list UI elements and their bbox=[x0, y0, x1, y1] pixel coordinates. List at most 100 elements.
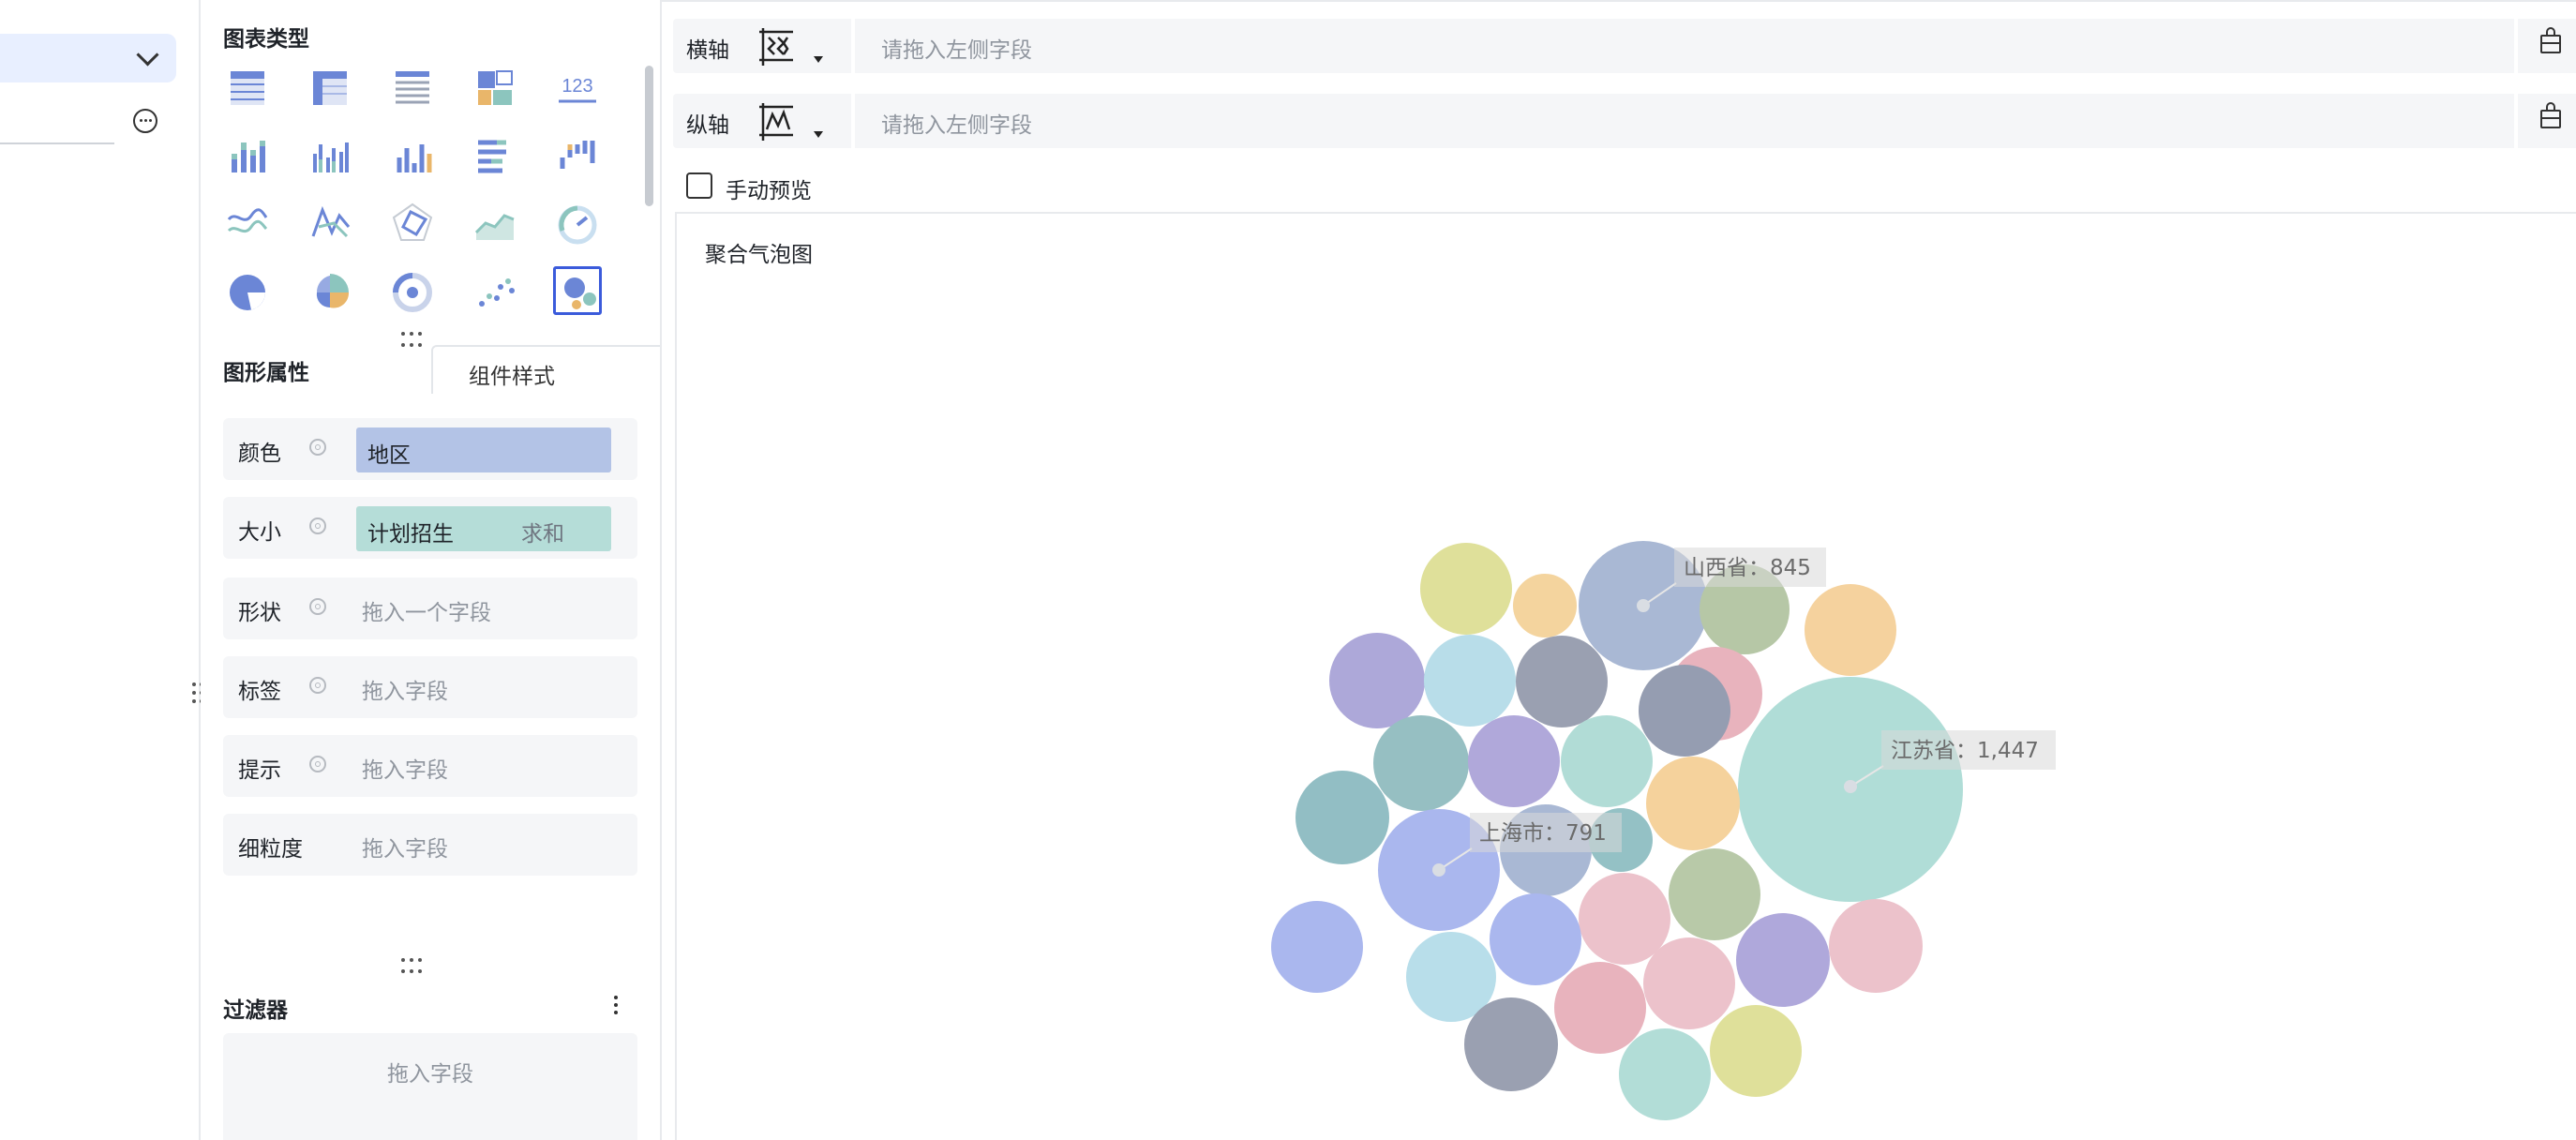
gear-icon[interactable] bbox=[309, 677, 326, 694]
property-row-4[interactable]: 提示 拖入字段 bbox=[223, 735, 637, 797]
detail-table-icon bbox=[396, 71, 429, 104]
bubble[interactable] bbox=[1490, 893, 1581, 985]
gear-icon[interactable] bbox=[309, 518, 326, 534]
bubble[interactable] bbox=[1829, 899, 1923, 993]
chart-type-multi-line-icon[interactable] bbox=[223, 199, 272, 248]
chart-type-waterfall-icon[interactable] bbox=[553, 131, 602, 180]
stacked-column-icon bbox=[232, 141, 265, 172]
chart-type-rose-pie-icon[interactable] bbox=[306, 266, 354, 315]
filter-drop-zone[interactable]: 拖入字段 bbox=[223, 1033, 637, 1140]
filter-resize-handle[interactable] bbox=[397, 956, 426, 975]
chart-type-bar-icon[interactable] bbox=[471, 131, 519, 180]
bubble[interactable] bbox=[1639, 665, 1730, 757]
bubble[interactable] bbox=[1329, 633, 1425, 728]
chart-type-grouped-column-icon[interactable] bbox=[306, 131, 354, 180]
bubble-chart: 山西省：845江苏省：1,447上海市：791 bbox=[1271, 541, 2056, 1120]
bubble[interactable] bbox=[1373, 715, 1469, 811]
chart-config-panel: 图表类型 123 图形属性 组件样式 颜色 地区 大小 计划招生 求和 形状 拖入一个字段标… bbox=[201, 0, 662, 1140]
chart-type-radar-icon[interactable] bbox=[388, 199, 437, 248]
bubble[interactable] bbox=[1464, 998, 1558, 1091]
filter-title: 过滤器 bbox=[223, 998, 288, 1023]
y-axis-label: 纵轴 bbox=[686, 113, 729, 138]
gauge-icon bbox=[558, 205, 597, 245]
gear-icon[interactable] bbox=[309, 756, 326, 772]
manual-preview-checkbox[interactable] bbox=[686, 172, 712, 199]
y-axis-selector[interactable]: 纵轴 bbox=[673, 94, 851, 148]
chart-type-cross-table-icon[interactable] bbox=[306, 64, 354, 112]
bubble[interactable] bbox=[1736, 913, 1830, 1007]
aggregation-label[interactable]: 求和 bbox=[521, 516, 564, 548]
chart-type-table-icon[interactable] bbox=[223, 64, 272, 112]
property-label: 细粒度 bbox=[238, 837, 303, 862]
y-axis-lock-button[interactable] bbox=[2518, 94, 2576, 148]
gear-icon[interactable] bbox=[309, 598, 326, 615]
x-axis-drop-zone[interactable]: 请拖入左侧字段 bbox=[855, 19, 2514, 73]
y-axis-drop-zone[interactable]: 请拖入左侧字段 bbox=[855, 94, 2514, 148]
treemap-icon bbox=[478, 70, 513, 105]
data-label-value: 845 bbox=[1770, 556, 1811, 580]
property-placeholder: 拖入字段 bbox=[362, 837, 448, 862]
label-anchor-dot bbox=[1637, 599, 1650, 612]
chart-type-detail-table-icon[interactable] bbox=[388, 64, 437, 112]
bubble[interactable] bbox=[1468, 715, 1560, 807]
grouped-column-icon bbox=[313, 142, 349, 172]
section-resize-handle[interactable] bbox=[397, 330, 426, 349]
x-axis-selector[interactable]: 横轴 bbox=[673, 19, 851, 73]
chart-type-line-icon[interactable] bbox=[306, 199, 354, 248]
chart-type-gauge-icon[interactable] bbox=[553, 199, 602, 248]
data-label: 江苏省：1,447 bbox=[1891, 739, 2039, 763]
field-pill[interactable]: 地区 bbox=[356, 428, 611, 472]
x-axis-row: 横轴 请拖入左侧字段 bbox=[673, 19, 2576, 73]
x-axis-lock-button[interactable] bbox=[2518, 19, 2576, 73]
bubble[interactable] bbox=[1424, 635, 1516, 727]
more-options-icon[interactable] bbox=[133, 109, 157, 133]
column-icon bbox=[397, 144, 432, 172]
bubble[interactable] bbox=[1561, 715, 1653, 807]
chart-type-treemap-icon[interactable] bbox=[471, 64, 519, 112]
bubble[interactable] bbox=[1295, 771, 1389, 864]
bubble[interactable] bbox=[1554, 962, 1646, 1054]
bubble[interactable] bbox=[1619, 1028, 1711, 1120]
data-label-value: 791 bbox=[1565, 821, 1607, 846]
chart-type-kpi-number-icon[interactable]: 123 bbox=[553, 64, 602, 112]
bubble[interactable] bbox=[1646, 757, 1740, 850]
chart-type-scatter-icon[interactable] bbox=[471, 266, 519, 315]
label-anchor-dot bbox=[1844, 780, 1857, 793]
property-row-0[interactable]: 颜色 地区 bbox=[223, 418, 637, 480]
field-pill[interactable]: 计划招生 求和 bbox=[356, 506, 611, 551]
property-row-3[interactable]: 标签 拖入字段 bbox=[223, 656, 637, 718]
filter-more-icon[interactable] bbox=[611, 994, 621, 1016]
chart-type-donut-icon[interactable] bbox=[388, 266, 437, 315]
bubble[interactable] bbox=[1805, 584, 1896, 676]
bubble[interactable] bbox=[1513, 574, 1577, 638]
tab-graphic-properties[interactable]: 图形属性 bbox=[223, 354, 309, 386]
bubble[interactable] bbox=[1579, 873, 1670, 965]
chart-types-scrollbar[interactable] bbox=[645, 66, 653, 206]
chart-type-stacked-column-icon[interactable] bbox=[223, 131, 272, 180]
chevron-down-icon bbox=[136, 43, 159, 67]
bubble[interactable] bbox=[1516, 636, 1608, 728]
gear-icon[interactable] bbox=[309, 439, 326, 456]
bubble[interactable] bbox=[1420, 543, 1512, 635]
tab-component-style[interactable]: 组件样式 bbox=[431, 345, 660, 394]
y-axis-caret-icon bbox=[814, 131, 823, 138]
property-row-2[interactable]: 形状 拖入一个字段 bbox=[223, 578, 637, 639]
field-search-underline[interactable] bbox=[0, 142, 114, 144]
chart-type-bubble-icon[interactable] bbox=[553, 266, 602, 315]
property-row-5[interactable]: 细粒度 拖入字段 bbox=[223, 814, 637, 876]
chart-type-pie-icon[interactable] bbox=[223, 266, 272, 315]
svg-text:123: 123 bbox=[562, 76, 592, 97]
x-axis-caret-icon bbox=[814, 56, 823, 63]
chart-type-area-icon[interactable] bbox=[471, 199, 519, 248]
bubble[interactable] bbox=[1271, 901, 1363, 993]
chart-type-column-icon[interactable] bbox=[388, 131, 437, 180]
data-label-separator: ： bbox=[1748, 556, 1770, 580]
bubble[interactable] bbox=[1669, 848, 1760, 940]
bubble[interactable] bbox=[1710, 1005, 1802, 1097]
property-row-1[interactable]: 大小 计划招生 求和 bbox=[223, 497, 637, 559]
property-placeholder: 拖入字段 bbox=[362, 680, 448, 704]
radar-icon bbox=[392, 202, 433, 241]
bubble[interactable] bbox=[1643, 938, 1735, 1029]
dataset-dropdown[interactable] bbox=[0, 34, 176, 82]
bar-icon bbox=[478, 140, 506, 173]
